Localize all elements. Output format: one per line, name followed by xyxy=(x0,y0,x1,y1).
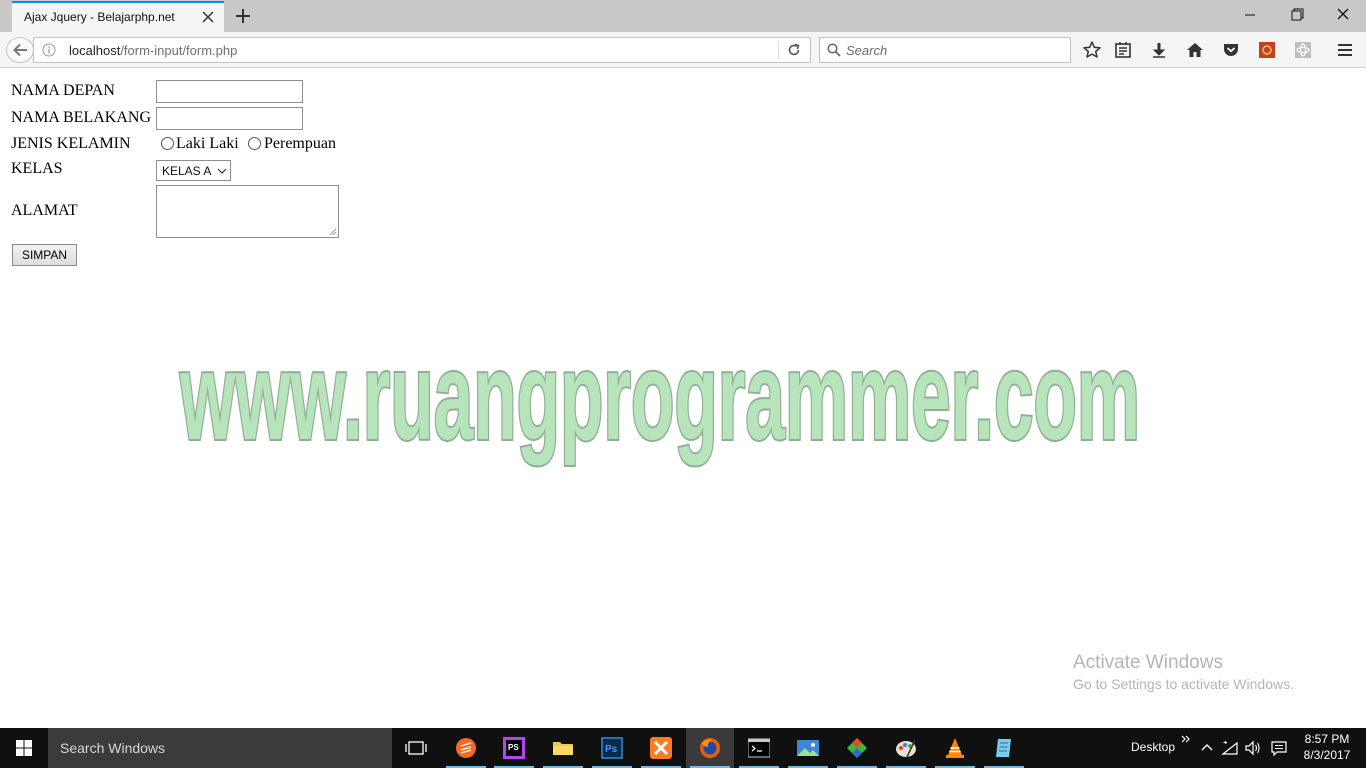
home-icon[interactable] xyxy=(1185,40,1205,60)
url-path: /form-input/form.php xyxy=(120,43,238,58)
back-button[interactable] xyxy=(6,37,34,63)
activation-title: Activate Windows xyxy=(1073,652,1223,673)
gender-option-perempuan: Perempuan xyxy=(264,135,336,152)
nama-belakang-label: NAMA BELAKANG xyxy=(11,109,151,126)
gender-radio-perempuan[interactable] xyxy=(248,137,261,150)
task-view-icon xyxy=(405,741,427,755)
windows-logo-icon xyxy=(16,740,32,756)
new-tab-icon[interactable] xyxy=(233,6,253,26)
gender-radio-laki-laki[interactable] xyxy=(161,137,174,150)
file-explorer-app[interactable] xyxy=(539,728,587,768)
tab-title: Ajax Jquery - Belajarphp.net xyxy=(24,10,175,24)
notification-icon[interactable] xyxy=(1270,739,1288,757)
simpan-button[interactable]: SIMPAN xyxy=(12,244,77,266)
info-icon[interactable] xyxy=(42,43,56,57)
sublime-text-icon xyxy=(456,738,476,758)
firefox-icon xyxy=(700,738,720,758)
gender-option-laki-laki: Laki Laki xyxy=(176,135,239,152)
paint-palette-icon xyxy=(896,739,916,758)
svg-text:Ps: Ps xyxy=(605,744,618,755)
downloads-icon[interactable] xyxy=(1149,40,1169,60)
photoshop-app[interactable]: Ps xyxy=(588,728,636,768)
alamat-label: ALAMAT xyxy=(11,202,78,219)
svg-text:PS: PS xyxy=(508,743,519,752)
photos-icon xyxy=(797,740,819,756)
firefox-app[interactable] xyxy=(686,728,734,768)
reload-icon[interactable] xyxy=(786,42,802,58)
restore-window-icon[interactable] xyxy=(1285,5,1309,25)
activation-subtitle: Go to Settings to activate Windows. xyxy=(1073,676,1294,692)
resize-grip-icon[interactable] xyxy=(328,227,337,236)
reading-list-icon[interactable] xyxy=(1113,40,1133,60)
jenis-kelamin-label: JENIS KELAMIN xyxy=(11,135,131,152)
kelas-select[interactable]: KELAS A xyxy=(156,160,231,181)
devtools-icon[interactable] xyxy=(1293,40,1313,60)
url-host: localhost xyxy=(69,43,121,58)
search-bar[interactable]: Search xyxy=(819,37,1071,63)
photoshop-icon: Ps xyxy=(601,737,623,759)
back-arrow-icon xyxy=(13,43,27,57)
page-content: NAMA DEPAN NAMA BELAKANG JENIS KELAMIN L… xyxy=(0,69,1366,728)
paint-app[interactable] xyxy=(882,728,930,768)
url-divider xyxy=(778,41,779,59)
phpstorm-icon: PS xyxy=(503,737,525,759)
taskbar-search-text: Search Windows xyxy=(60,740,166,756)
desktop-toolbar-label[interactable]: Desktop xyxy=(1131,740,1175,754)
wifi-icon[interactable] xyxy=(1221,739,1239,757)
browser-tab[interactable]: Ajax Jquery - Belajarphp.net xyxy=(12,1,224,32)
start-button[interactable] xyxy=(0,728,48,768)
clock-time: 8:57 PM xyxy=(1304,732,1350,746)
kelas-label: KELAS xyxy=(11,160,63,177)
url-text: localhost/form-input/form.php xyxy=(69,43,237,58)
phpstorm-app[interactable]: PS xyxy=(490,728,538,768)
git-app[interactable] xyxy=(833,728,881,768)
navigation-toolbar: localhost/form-input/form.php Search xyxy=(0,32,1366,68)
minimize-window-icon[interactable] xyxy=(1238,5,1262,25)
bookmark-star-icon[interactable] xyxy=(1082,40,1102,60)
volume-icon[interactable] xyxy=(1244,739,1262,757)
address-bar[interactable]: localhost/form-input/form.php xyxy=(33,37,811,63)
notepad-app[interactable] xyxy=(980,728,1028,768)
pocket-icon[interactable] xyxy=(1221,40,1241,60)
clock-date: 8/3/2017 xyxy=(1303,748,1351,762)
search-placeholder: Search xyxy=(846,43,888,58)
close-window-icon[interactable] xyxy=(1331,5,1355,25)
watermark: www.ruangprogrammer.com xyxy=(177,326,1142,468)
close-tab-icon[interactable] xyxy=(200,9,216,25)
taskbar: Search Windows PS Ps Desktop 8:57 PM 8/3… xyxy=(0,728,1366,768)
chevron-double-right-icon[interactable] xyxy=(1180,733,1192,745)
vlc-cone-icon xyxy=(946,738,964,758)
command-prompt-app[interactable] xyxy=(735,728,783,768)
tab-bar: Ajax Jquery - Belajarphp.net xyxy=(0,0,1366,32)
terminal-icon xyxy=(748,738,770,758)
vlc-app[interactable] xyxy=(931,728,979,768)
notepad-icon xyxy=(996,739,1011,757)
system-clock[interactable]: 8:57 PM 8/3/2017 xyxy=(1296,731,1358,763)
task-view-button[interactable] xyxy=(392,728,440,768)
xampp-app[interactable] xyxy=(637,728,685,768)
xampp-icon xyxy=(650,737,672,759)
nama-depan-input[interactable] xyxy=(156,80,303,103)
nama-belakang-input[interactable] xyxy=(156,107,303,130)
sublime-text-app[interactable] xyxy=(442,728,490,768)
alamat-textarea[interactable] xyxy=(156,185,339,238)
watermark-text: www.ruangprogrammer.com xyxy=(179,328,1140,466)
chevron-up-icon[interactable] xyxy=(1198,739,1216,757)
kelas-selected-value: KELAS A xyxy=(162,164,212,178)
nama-depan-label: NAMA DEPAN xyxy=(11,82,115,99)
photos-app[interactable] xyxy=(784,728,832,768)
extension-icon[interactable] xyxy=(1257,40,1277,60)
taskbar-search[interactable]: Search Windows xyxy=(48,728,392,768)
git-icon xyxy=(847,738,867,758)
chevron-down-icon xyxy=(217,168,227,174)
menu-icon[interactable] xyxy=(1335,40,1355,60)
folder-icon xyxy=(553,742,573,755)
search-icon xyxy=(827,43,841,57)
